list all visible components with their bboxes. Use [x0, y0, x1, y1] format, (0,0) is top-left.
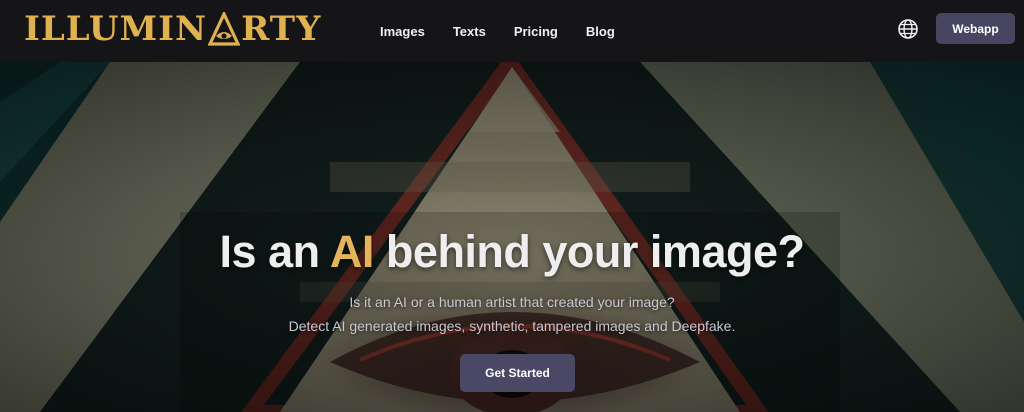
hero-title-end: behind your image? [373, 226, 805, 277]
nav-link-texts[interactable]: Texts [453, 24, 486, 39]
webapp-button[interactable]: Webapp [936, 13, 1015, 44]
hero-subtitle-line2: Detect AI generated images, synthetic, t… [288, 318, 736, 334]
nav-link-blog[interactable]: Blog [586, 24, 615, 39]
main-nav: Images Texts Pricing Blog [380, 0, 643, 62]
globe-icon[interactable] [897, 18, 919, 40]
hero-title-accent: AI [329, 226, 375, 277]
logo-text-end: RTY [241, 9, 322, 49]
top-navbar: ILLUMIN RTY Images Texts Pricing Blog We… [0, 0, 1024, 62]
get-started-button[interactable]: Get Started [460, 354, 575, 392]
nav-link-pricing[interactable]: Pricing [514, 24, 558, 39]
hero-content: Is an AI behind your image? Is it an AI … [0, 62, 1024, 412]
hero-section: Is an AI behind your image? Is it an AI … [0, 62, 1024, 412]
eye-triangle-icon [208, 12, 241, 46]
hero-title: Is an AI behind your image? [0, 226, 1024, 278]
nav-link-images[interactable]: Images [380, 24, 425, 39]
hero-subtitle-line1: Is it an AI or a human artist that creat… [349, 294, 675, 310]
hero-title-start: Is an [219, 226, 330, 277]
brand-logo[interactable]: ILLUMIN RTY [24, 9, 321, 49]
logo-text-start: ILLUMIN [24, 9, 208, 49]
